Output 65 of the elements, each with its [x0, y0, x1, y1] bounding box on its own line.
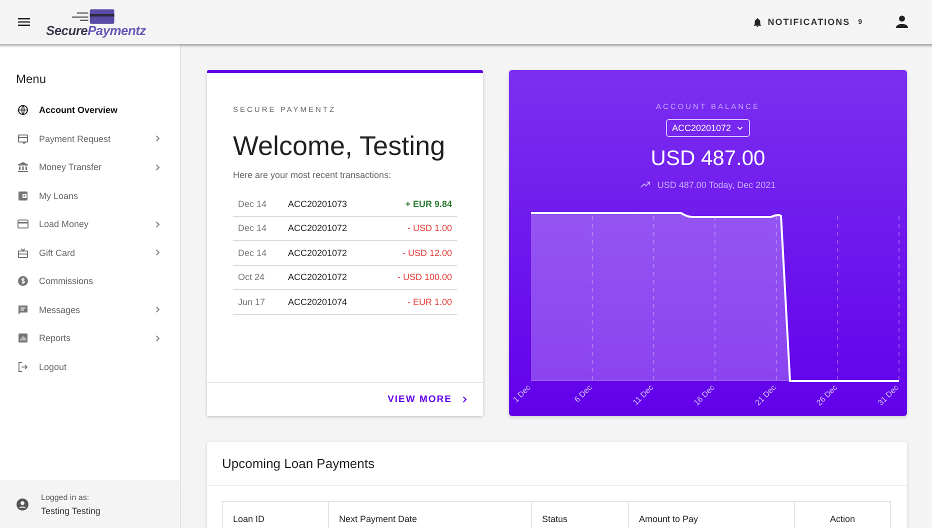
receipt-icon: [17, 132, 29, 145]
table-cell-text: Dec 14: [238, 248, 268, 258]
wallet-icon: [17, 190, 29, 202]
sidebar-item[interactable]: Gift Card: [0, 238, 180, 267]
sidebar-item[interactable]: Account Overview: [0, 96, 180, 124]
amount-cell: + EUR 9.84: [405, 198, 452, 209]
chevron-down-icon: [736, 124, 744, 132]
sidebar-item[interactable]: Reports: [0, 324, 180, 352]
account-select[interactable]: ACC20201072: [666, 119, 750, 137]
amount-cell: - USD 100.00: [397, 272, 452, 282]
sidebar-item[interactable]: Commissions: [0, 267, 180, 296]
column-header[interactable]: Action: [795, 502, 890, 528]
table-cell-text: Dec 14: [238, 223, 268, 234]
table-cell-text: ACC20201072: [288, 248, 348, 258]
table-cell-text: ACC20201073: [288, 198, 348, 209]
trend-text: USD 487.00 Today, Dec 2021: [657, 180, 776, 190]
axis-label: 26 Dec: [814, 383, 840, 408]
table-cell-text: Oct 24: [238, 272, 266, 282]
axis-label: 6 Dec: [572, 383, 594, 404]
column-header[interactable]: Loan ID: [223, 502, 329, 528]
user-name: Testing Testing: [41, 506, 100, 516]
trending-up-icon: [640, 179, 652, 190]
table-cell-text: ACC20201072: [288, 272, 348, 282]
person-icon[interactable]: [894, 14, 910, 30]
notifications-button[interactable]: NOTIFICATIONS: [752, 16, 850, 28]
table-cell-text: Dec 14: [238, 198, 268, 209]
card-title: Upcoming Loan Payments: [207, 442, 907, 486]
sidebar-item[interactable]: Messages: [0, 296, 180, 324]
view-more-button[interactable]: VIEW MORE: [388, 392, 469, 407]
logged-in-caption: Logged in as:: [41, 492, 90, 502]
axis-label: 16 Dec: [692, 383, 716, 408]
sidebar-item[interactable]: Money Transfer: [0, 153, 180, 182]
amount-cell: - USD 12.00: [402, 248, 452, 258]
column-header[interactable]: Next Payment Date: [329, 502, 532, 528]
table-cell-text: ACC20201074: [288, 296, 348, 307]
dollar-icon: [17, 275, 29, 288]
user-avatar-icon: [16, 498, 29, 510]
amount-cell: - EUR 1.00: [407, 296, 452, 307]
globe-icon: [17, 104, 29, 116]
sidebar-item[interactable]: My Loans: [0, 182, 180, 210]
bar-chart-icon: [17, 332, 29, 344]
axis-label: 1 Dec: [511, 383, 532, 404]
menu-title: Menu: [15, 71, 48, 88]
logout-icon: [17, 360, 29, 373]
welcome-title: Welcome, Testing: [233, 131, 446, 162]
sidebar-item[interactable]: Payment Request: [0, 124, 180, 153]
chevron-right-icon: [460, 395, 469, 404]
table-cell-text: Jun 17: [238, 296, 266, 307]
card-subtitle: Here are your most recent transactions:: [233, 170, 392, 180]
credit-card-icon: [17, 218, 29, 230]
column-header[interactable]: Amount to Pay: [629, 502, 795, 528]
axis-label: 11 Dec: [631, 383, 656, 407]
bell-icon: [752, 16, 763, 28]
table-cell-text: ACC20201072: [288, 223, 348, 234]
logo-text: SecurePaymentz: [46, 24, 146, 38]
sidebar-item[interactable]: Load Money: [0, 210, 180, 238]
message-icon: [17, 304, 29, 316]
sidebar-item[interactable]: Logout: [0, 352, 180, 381]
amount-cell: - USD 1.00: [407, 223, 452, 234]
column-header[interactable]: Status: [532, 502, 629, 528]
axis-label: 31 Dec: [876, 383, 900, 408]
logo[interactable]: SecurePaymentz: [46, 8, 146, 38]
axis-label: 21 Dec: [753, 383, 778, 408]
bank-icon: [17, 161, 29, 174]
balance-amount: USD 487.00: [650, 147, 766, 171]
